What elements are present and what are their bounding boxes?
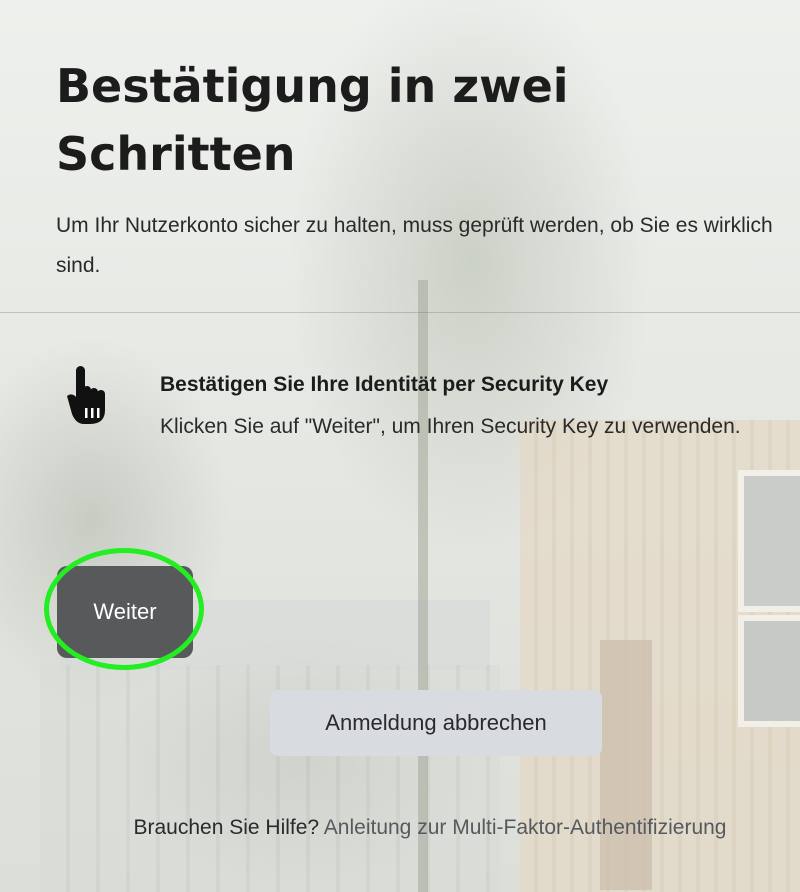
help-question: Brauchen Sie Hilfe? (133, 816, 320, 839)
security-key-method-description: Klicken Sie auf "Weiter", um Ihren Secur… (160, 415, 741, 438)
divider (0, 312, 800, 313)
intro-text: Um Ihr Nutzerkonto sicher zu halten, mus… (56, 214, 773, 277)
cancel-login-button[interactable]: Anmeldung abbrechen (270, 690, 602, 756)
mfa-guide-link[interactable]: Anleitung zur Multi-Faktor-Authentifizie… (324, 816, 727, 839)
hand-pointer-icon (64, 364, 122, 428)
security-key-method-title: Bestätigen Sie Ihre Identität per Securi… (160, 373, 609, 396)
two-step-verification-panel: Bestätigung in zwei Schritten Um Ihr Nut… (0, 0, 800, 892)
help-section: Brauchen Sie Hilfe? Anleitung zur Multi-… (120, 808, 740, 848)
page-title: Bestätigung in zwei Schritten (56, 59, 569, 181)
continue-button[interactable]: Weiter (57, 566, 193, 658)
